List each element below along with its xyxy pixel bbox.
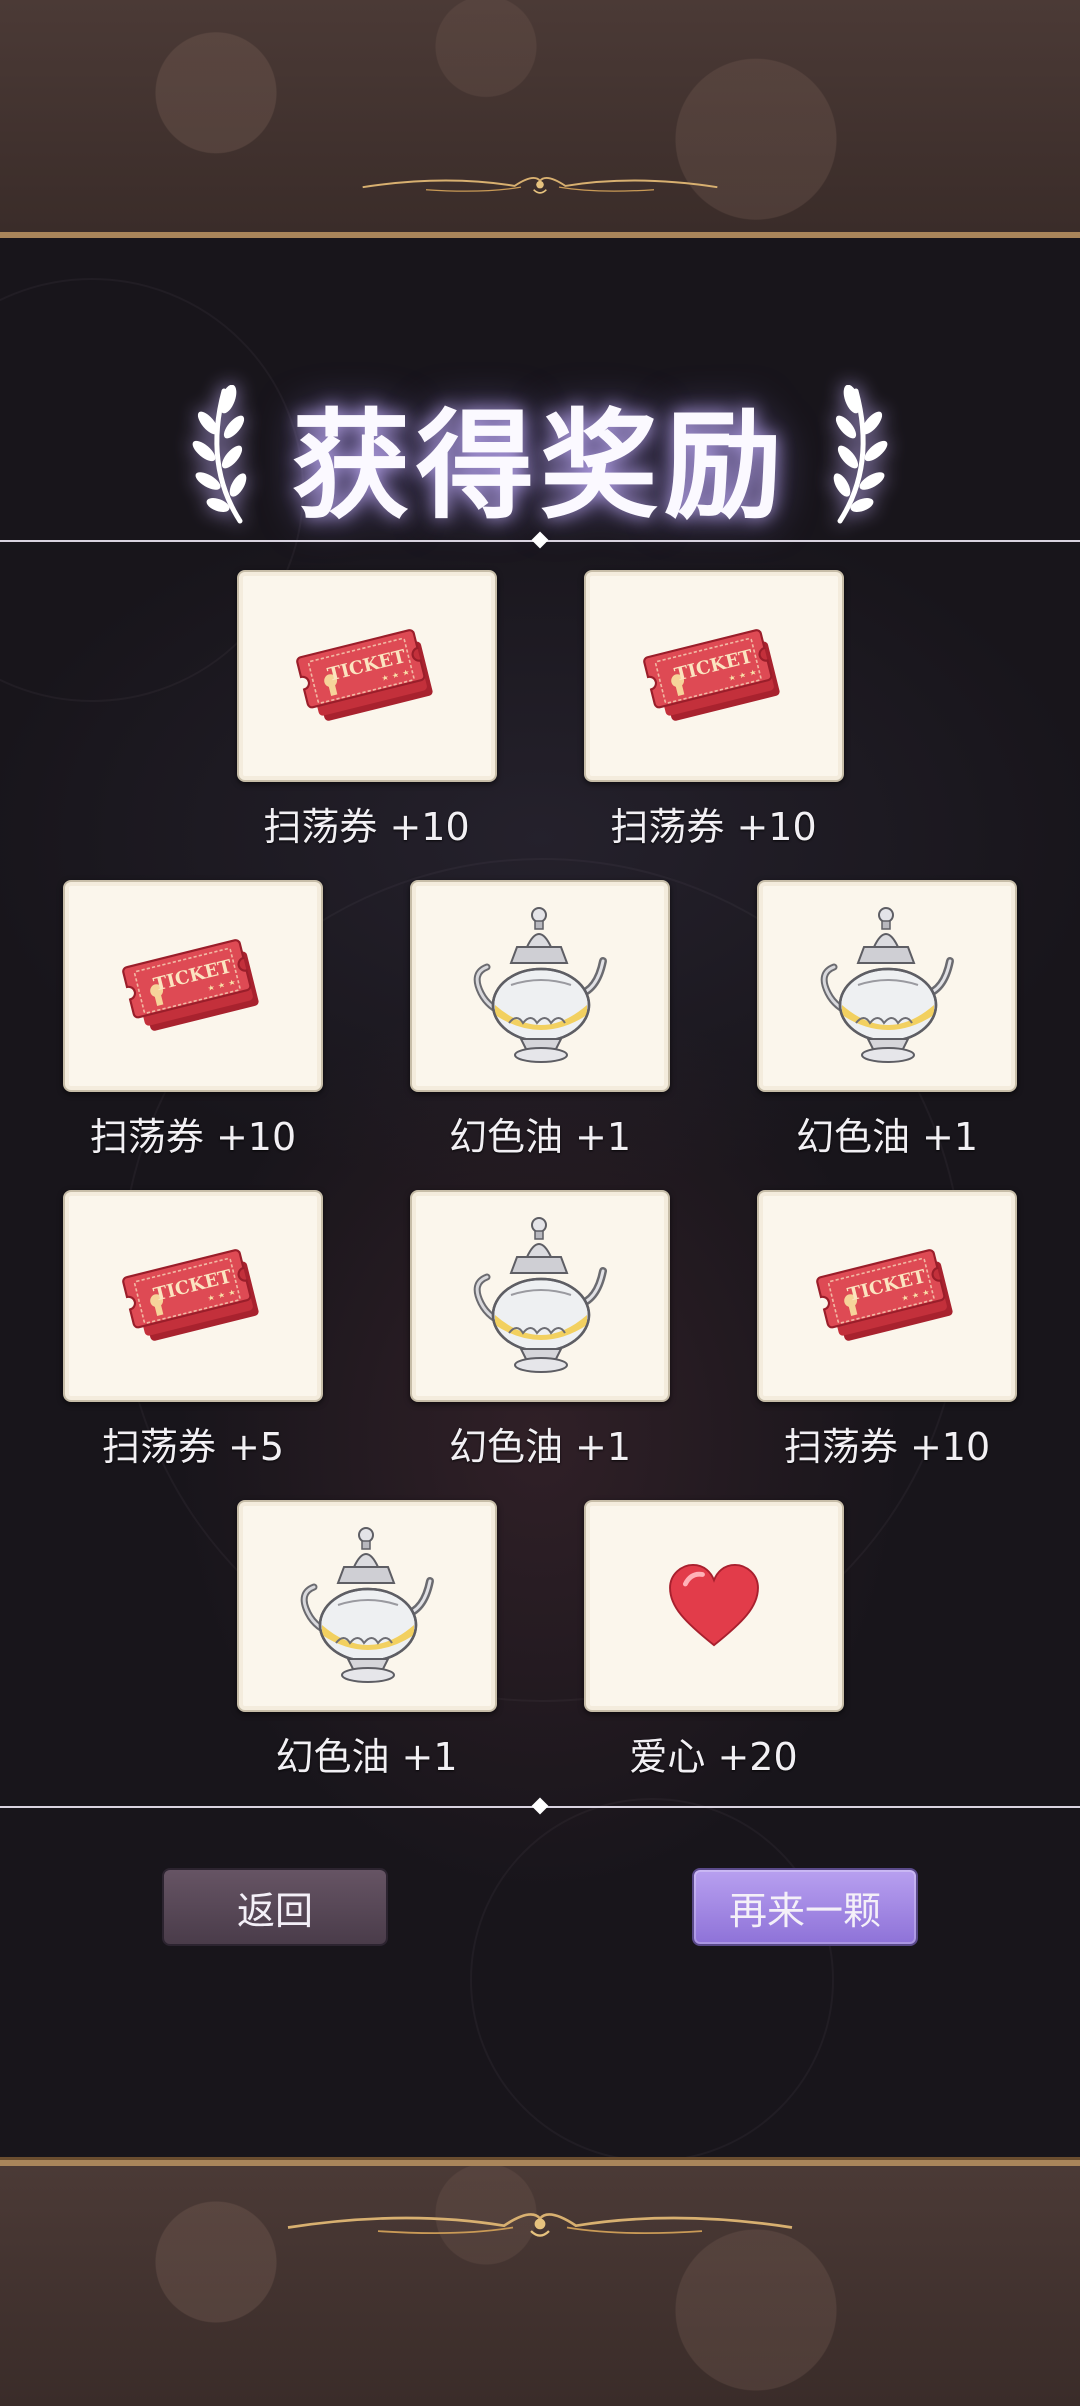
heart-icon [666,1563,762,1649]
reward-label: 扫荡券 +10 [783,1425,991,1469]
reward-item[interactable]: 幻色油 +1 [410,880,670,1161]
laurel-right-icon [816,385,896,525]
bottom-frame [0,2160,1080,2406]
reward-tile [583,1500,844,1712]
reward-item[interactable]: 幻色油 +1 [236,1500,497,1781]
top-divider [0,531,1080,549]
ticket-icon: TICKET [118,1241,268,1351]
top-frame [0,0,1080,238]
reward-label: 爱心 +20 [629,1735,798,1779]
ticket-icon: TICKET [812,1241,962,1351]
reward-item[interactable]: TICKET 扫荡券 +5 [63,1190,323,1471]
reward-row: TICKET 扫荡券 +5 幻色油 +1 TICKET 扫荡券 +10 [0,1190,1080,1471]
teapot-icon [465,1211,615,1381]
reward-tile [757,880,1017,1092]
reward-title-banner: 获得奖励 [0,380,1080,535]
page-title: 获得奖励 [291,395,788,535]
bottom-ornament [0,2200,1080,2246]
reward-item[interactable]: 幻色油 +1 [757,880,1017,1161]
reward-item[interactable]: TICKET 扫荡券 +10 [63,880,323,1161]
reward-row: TICKET 扫荡券 +10 TICKET 扫荡券 +10 [0,570,1080,851]
reward-tile [236,1500,497,1712]
reward-label: 扫荡券 +10 [89,1115,297,1159]
reward-tile [410,880,670,1092]
teapot-icon [812,901,962,1071]
reward-tile: TICKET [63,1190,323,1402]
ticket-icon: TICKET [639,621,789,731]
back-button[interactable]: 返回 [162,1868,388,1946]
ticket-icon: TICKET [292,621,442,731]
teapot-icon [465,901,615,1071]
reward-label: 扫荡券 +10 [263,805,470,849]
draw-again-button[interactable]: 再来一颗 [692,1868,918,1946]
reward-label: 幻色油 +1 [448,1115,632,1159]
reward-item[interactable]: 爱心 +20 [583,1500,844,1781]
reward-row: TICKET 扫荡券 +10 幻色油 +1 幻色油 +1 [0,880,1080,1161]
ticket-icon: TICKET [118,931,268,1041]
reward-item[interactable]: 幻色油 +1 [410,1190,670,1471]
reward-tile: TICKET [63,880,323,1092]
teapot-icon [292,1521,442,1691]
laurel-left-icon [184,385,264,525]
reward-item[interactable]: TICKET 扫荡券 +10 [757,1190,1017,1471]
reward-label: 扫荡券 +10 [610,805,817,849]
reward-row: 幻色油 +1 爱心 +20 [0,1500,1080,1781]
reward-item[interactable]: TICKET 扫荡券 +10 [583,570,844,851]
reward-label: 幻色油 +1 [795,1115,979,1159]
reward-tile: TICKET [236,570,497,782]
top-ornament [0,168,1080,200]
bottom-divider [0,1797,1080,1815]
reward-tile: TICKET [583,570,844,782]
reward-tile [410,1190,670,1402]
reward-item[interactable]: TICKET 扫荡券 +10 [236,570,497,851]
background-circle [470,1798,834,2160]
reward-label: 扫荡券 +5 [101,1425,285,1469]
reward-tile: TICKET [757,1190,1017,1402]
reward-label: 幻色油 +1 [275,1735,458,1779]
reward-label: 幻色油 +1 [448,1425,632,1469]
